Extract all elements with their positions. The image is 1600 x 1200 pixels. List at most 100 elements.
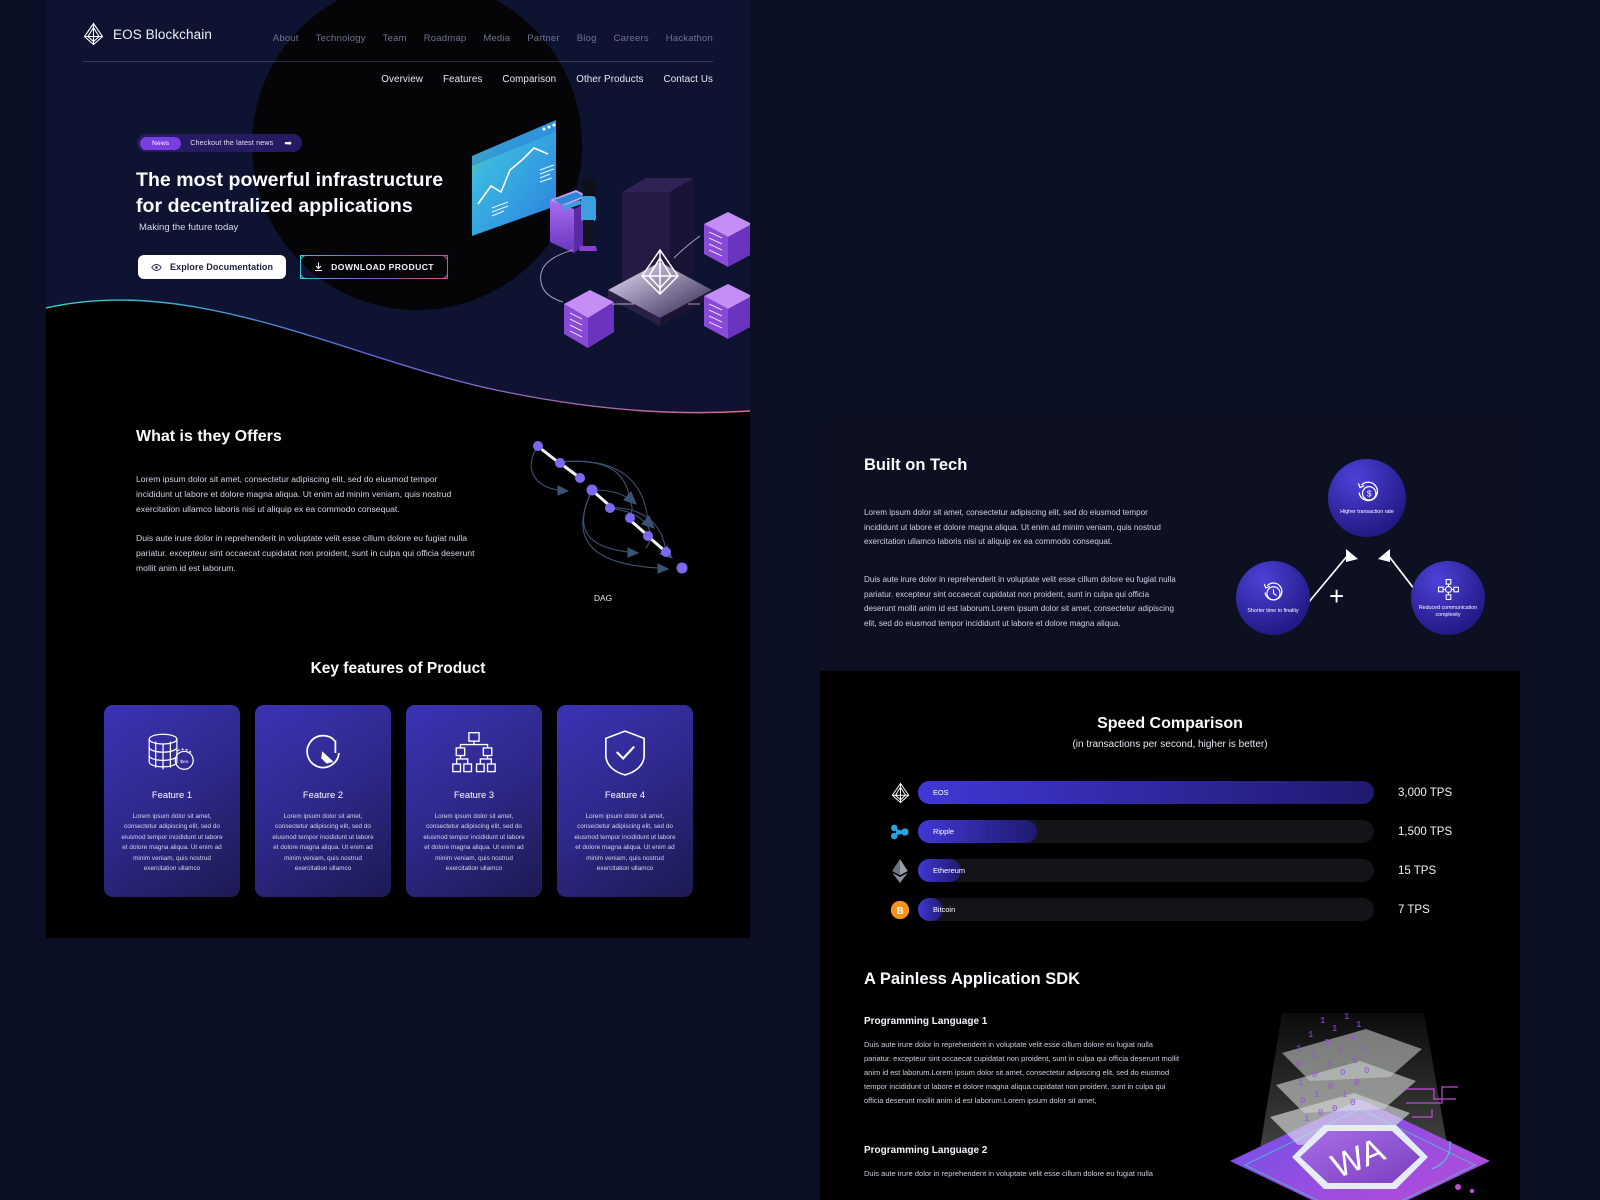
news-badge: News [140,136,182,150]
speed-comparison-chart: EOS 3,000 TPS Ripple 1,500 TPS Ethereum … [882,773,1502,929]
chart-value-ripple: 1,500 TPS [1398,825,1453,838]
news-banner[interactable]: News Checkout the latest news ➡ [137,134,302,152]
svg-text:0: 0 [1350,1034,1355,1044]
chart-value-bitcoin: 7 TPS [1398,903,1430,916]
ethereum-logo-icon [882,858,918,883]
svg-text:0: 0 [1312,1070,1317,1080]
secondary-nav: Overview Features Comparison Other Produ… [381,74,713,85]
svg-text:0: 0 [1300,1096,1305,1106]
svg-text:0: 0 [1340,1068,1345,1078]
eos-logo-icon [83,22,104,46]
download-icon [315,262,323,271]
svg-text:B: B [896,905,903,917]
svg-text:1: 1 [1352,1056,1357,1066]
chart-row-ethereum: Ethereum 15 TPS [882,851,1502,890]
hero-subtitle: Making the future today [139,222,239,233]
nav-careers[interactable]: Careers [614,33,649,44]
feature-card-2-text: Lorem ipsum dolor sit amet, consectetur … [272,813,374,872]
nav-hackathon[interactable]: Hackathon [666,33,713,44]
nav-blog[interactable]: Blog [577,33,597,44]
svg-text:1: 1 [1320,1016,1325,1026]
subnav-comparison[interactable]: Comparison [502,74,556,85]
svg-text:1: 1 [1310,1050,1315,1060]
feature-cards: $eo Feature 1 Lorem ipsum dolor sit amet… [104,705,693,897]
subnav-other-products[interactable]: Other Products [576,74,643,85]
nav-technology[interactable]: Technology [316,33,366,44]
explore-documentation-button[interactable]: Explore Documentation [138,255,287,279]
feature-card-2[interactable]: Feature 2 Lorem ipsum dolor sit amet, co… [255,705,391,897]
wave-divider [46,299,750,430]
svg-text:1: 1 [1304,1114,1309,1124]
feature-card-4-text: Lorem ipsum dolor sit amet, consectetur … [574,813,676,872]
explore-documentation-label: Explore Documentation [170,262,274,272]
chart-row-eos: EOS 3,000 TPS [882,773,1502,812]
sdk-language-2-heading: Programming Language 2 [864,1145,988,1156]
svg-text:1: 1 [1308,1030,1313,1040]
dollar-refresh-icon: $ [1357,481,1378,502]
offers-paragraph-1: Lorem ipsum dolor sit amet, consectetur … [136,474,452,514]
svg-text:0: 0 [1318,1108,1323,1118]
svg-text:1: 1 [1338,1046,1343,1056]
hero-title: The most powerful infrastructure for dec… [136,169,444,217]
tech-node-reduced-communication-complexity[interactable]: Reduced communication complexity [1411,561,1485,635]
brand-name: EOS Blockchain [113,26,212,42]
tech-node-shorter-time-to-finality[interactable]: Shorter time to finality [1236,561,1310,635]
key-features-title: Key features of Product [310,660,486,677]
svg-text:1: 1 [1298,1078,1303,1088]
feature-card-1-title: Feature 1 [151,789,193,800]
svg-text:1: 1 [1332,1024,1337,1034]
download-product-button[interactable]: DOWNLOAD PRODUCT [300,255,448,279]
nav-team[interactable]: Team [383,33,407,44]
svg-text:1: 1 [1344,1012,1349,1022]
tech-node-higher-transaction-rate[interactable]: $ Higher transaction rate [1328,459,1406,537]
shield-check-icon [604,725,646,781]
feature-card-3-title: Feature 3 [453,789,495,800]
sdk-language-1-heading: Programming Language 1 [864,1016,988,1027]
hierarchy-icon [451,725,497,781]
subnav-features[interactable]: Features [443,74,482,85]
chart-bar-eos: EOS [918,781,1374,804]
svg-text:1: 1 [1342,1090,1347,1100]
chart-track-ripple: Ripple [918,820,1374,843]
network-nodes-icon [1437,578,1459,600]
nav-partner[interactable]: Partner [527,33,560,44]
plus-icon: + [1329,581,1345,611]
svg-text:1: 1 [1326,1060,1331,1070]
database-coin-icon: $eo [145,725,199,781]
subnav-overview[interactable]: Overview [381,74,423,85]
svg-text:0: 0 [1328,1082,1333,1092]
feature-card-1[interactable]: $eo Feature 1 Lorem ipsum dolor sit amet… [104,705,240,897]
sdk-title: A Painless Application SDK [864,970,1081,988]
subnav-contact-us[interactable]: Contact Us [664,74,713,85]
stopwatch-icon [300,725,346,781]
eos-logo-icon [882,782,918,804]
chart-track-bitcoin: Bitcoin [918,898,1374,921]
chart-row-ripple: Ripple 1,500 TPS [882,812,1502,851]
chart-value-eos: 3,000 TPS [1398,786,1453,799]
feature-card-4-title: Feature 4 [604,789,646,800]
offers-paragraph-2: Duis aute irure dolor in reprehenderit i… [136,533,475,573]
nav-about[interactable]: About [273,33,299,44]
svg-text:1: 1 [1296,1044,1301,1054]
tech-node-1-label: Higher transaction rate [1340,509,1394,516]
svg-text:0: 0 [1296,1060,1301,1070]
news-banner-text: Checkout the latest news [190,139,274,147]
feature-card-3[interactable]: Feature 3 Lorem ipsum dolor sit amet, co… [406,705,542,897]
nav-media[interactable]: Media [483,33,510,44]
nav-roadmap[interactable]: Roadmap [424,33,467,44]
svg-text:1: 1 [1362,1044,1367,1054]
left-page-preview: EOS Blockchain About Technology Team Roa… [46,0,750,938]
ripple-logo-icon [882,823,918,841]
dag-label: DAG [594,593,613,603]
dag-diagram [530,441,688,574]
chart-bar-ripple: Ripple [918,820,1037,843]
built-on-tech-paragraph-2: Duis aute irure dolor in reprehenderit i… [864,575,1176,629]
speed-comparison-subtitle: (in transactions per second, higher is b… [1072,739,1268,750]
svg-text:$eo: $eo [180,759,188,765]
svg-text:0: 0 [1324,1038,1329,1048]
svg-text:0: 0 [1332,1104,1337,1114]
page-root: EOS Blockchain About Technology Team Roa… [0,0,1600,1200]
svg-text:0: 0 [1350,1098,1355,1108]
feature-card-4[interactable]: Feature 4 Lorem ipsum dolor sit amet, co… [557,705,693,897]
speed-comparison-title: Speed Comparison [1097,715,1243,732]
